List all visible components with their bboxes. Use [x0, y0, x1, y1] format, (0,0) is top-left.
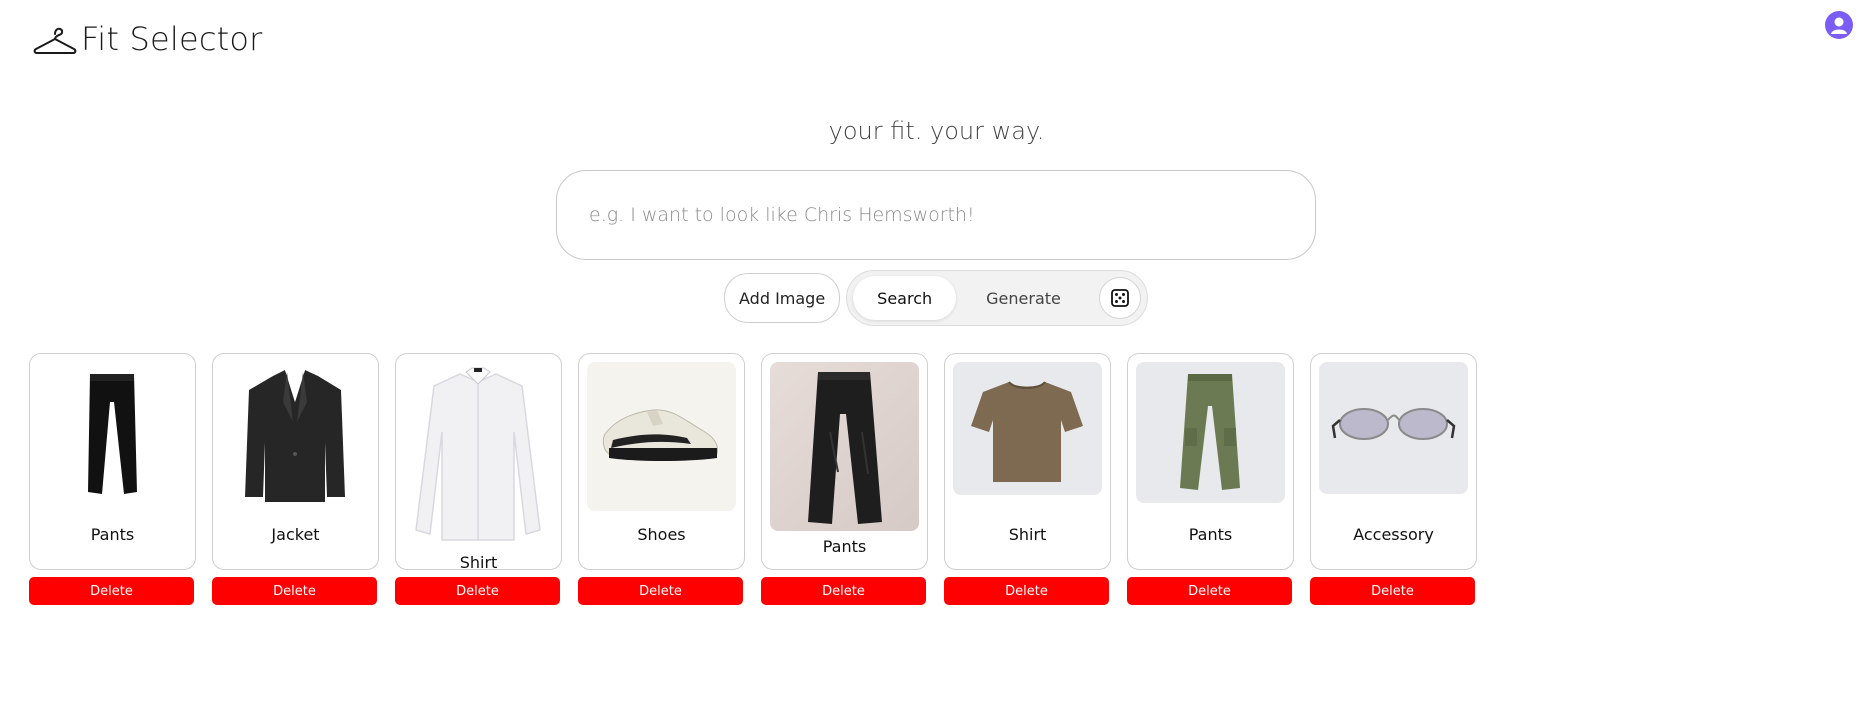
black-pants-image: [38, 362, 187, 507]
random-button[interactable]: [1098, 277, 1141, 319]
item-label: Shoes: [637, 525, 686, 544]
item-label: Shirt: [1008, 525, 1047, 544]
olive-cargo-pants-image: [1136, 362, 1285, 503]
item-card[interactable]: Jacket: [212, 353, 379, 570]
delete-button[interactable]: Delete: [578, 577, 743, 605]
generate-mode-tab[interactable]: Generate: [962, 276, 1085, 320]
black-blazer-image: [221, 362, 370, 507]
delete-button[interactable]: Delete: [29, 577, 194, 605]
hanger-icon: [33, 27, 77, 54]
mode-toggle: Search Generate: [846, 270, 1148, 326]
search-mode-tab[interactable]: Search: [853, 276, 957, 320]
item-card[interactable]: Pants: [761, 353, 928, 570]
item-card[interactable]: Accessory: [1310, 353, 1477, 570]
item-column: Shirt Delete: [944, 353, 1111, 605]
brown-tshirt-image: [953, 362, 1102, 495]
user-avatar[interactable]: [1825, 11, 1853, 39]
add-image-button[interactable]: Add Image: [724, 273, 841, 323]
item-card[interactable]: Pants: [1127, 353, 1294, 570]
dice-icon: [1110, 289, 1129, 307]
item-card[interactable]: Shirt: [944, 353, 1111, 570]
black-shell-pants-image: [770, 362, 919, 531]
item-column: Shirt Delete: [395, 353, 562, 605]
wardrobe-items: Pants Delete Jacket Delete Shirt Delete …: [29, 353, 1493, 605]
white-dress-shirt-image: [404, 362, 553, 547]
tagline: your fit. your way.: [828, 117, 1045, 145]
item-card[interactable]: Shirt: [395, 353, 562, 570]
item-column: Accessory Delete: [1310, 353, 1477, 605]
item-label: Accessory: [1353, 525, 1434, 544]
delete-button[interactable]: Delete: [1127, 577, 1292, 605]
item-column: Pants Delete: [1127, 353, 1294, 605]
item-column: Pants Delete: [761, 353, 928, 605]
item-card[interactable]: Pants: [29, 353, 196, 570]
delete-button[interactable]: Delete: [212, 577, 377, 605]
item-card[interactable]: Shoes: [578, 353, 745, 570]
delete-button[interactable]: Delete: [944, 577, 1109, 605]
item-column: Shoes Delete: [578, 353, 745, 605]
user-icon: [1831, 17, 1847, 34]
app-title[interactable]: Fit Selector: [81, 20, 263, 58]
item-label: Jacket: [271, 525, 320, 544]
search-controls: Add Image Search Generate: [724, 270, 1148, 326]
search-box: [556, 170, 1316, 260]
item-label: Shirt: [459, 553, 498, 570]
salomon-sneaker-image: [587, 362, 736, 511]
item-label: Pants: [90, 525, 135, 544]
item-column: Jacket Delete: [212, 353, 379, 605]
delete-button[interactable]: Delete: [395, 577, 560, 605]
item-label: Pants: [822, 537, 867, 556]
delete-button[interactable]: Delete: [1310, 577, 1475, 605]
sunglasses-image: [1319, 362, 1468, 494]
item-label: Pants: [1188, 525, 1233, 544]
delete-button[interactable]: Delete: [761, 577, 926, 605]
search-input[interactable]: [587, 203, 1271, 227]
app-header: Fit Selector: [32, 20, 263, 58]
item-column: Pants Delete: [29, 353, 196, 605]
